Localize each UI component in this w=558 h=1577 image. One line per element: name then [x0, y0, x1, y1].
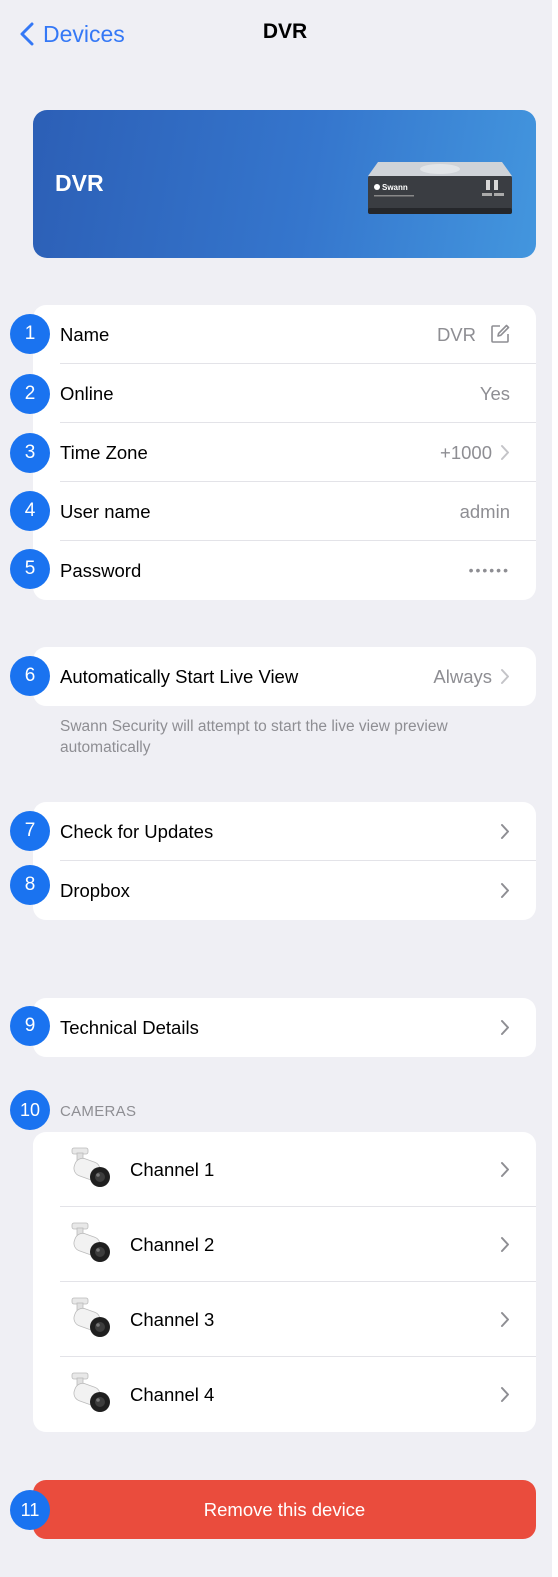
camera-row-channel-4[interactable]: Channel 4	[33, 1357, 536, 1432]
dvr-device-image: Swann	[368, 162, 512, 214]
device-settings-screen: Devices DVR DVR Swann 1 2 3 4 5 Name DVR…	[0, 0, 552, 1577]
auto-live-view-label: Automatically Start Live View	[60, 666, 299, 687]
time-zone-row[interactable]: Time Zone +1000	[33, 423, 536, 482]
camera-label: Channel 4	[130, 1384, 215, 1405]
remove-device-button[interactable]: Remove this device	[33, 1480, 536, 1539]
name-value: DVR	[436, 324, 476, 345]
chevron-right-icon	[501, 1237, 509, 1252]
technical-details-label: Technical Details	[60, 1017, 199, 1038]
password-label: Password	[60, 560, 142, 581]
camera-row-channel-2[interactable]: Channel 2	[33, 1207, 536, 1282]
chevron-right-icon	[501, 1387, 509, 1402]
chevron-right-icon	[501, 669, 509, 684]
navigation-bar: Devices DVR	[0, 0, 552, 70]
camera-label: Channel 3	[130, 1309, 215, 1330]
step-badge: 10	[10, 1090, 50, 1130]
chevron-right-icon	[501, 445, 509, 460]
technical-details-row[interactable]: Technical Details	[33, 998, 536, 1057]
chevron-right-icon	[501, 1312, 509, 1327]
chevron-right-icon	[501, 1020, 509, 1035]
camera-label: Channel 1	[130, 1159, 215, 1180]
step-badge: 11	[10, 1490, 50, 1530]
online-row: Online Yes	[33, 364, 536, 423]
step-badge: 6	[10, 656, 50, 696]
name-row[interactable]: Name DVR	[33, 305, 536, 364]
live-view-footnote: Swann Security will attempt to start the…	[60, 718, 448, 756]
online-label: Online	[60, 383, 114, 404]
chevron-right-icon	[501, 824, 509, 839]
bullet-camera-icon	[71, 1372, 110, 1412]
step-badge: 7	[10, 811, 50, 851]
dropbox-row[interactable]: Dropbox	[33, 861, 536, 920]
live-view-group: Automatically Start Live View Always	[33, 647, 536, 706]
bullet-camera-icon	[71, 1147, 110, 1187]
time-zone-label: Time Zone	[60, 442, 148, 463]
bullet-camera-icon	[71, 1297, 110, 1337]
technical-group: Technical Details	[33, 998, 536, 1057]
step-badge: 4	[10, 491, 50, 531]
chevron-right-icon	[501, 883, 509, 898]
auto-live-view-value: Always	[433, 666, 492, 687]
device-info-group: Name DVR Online Yes Time Zone +1000 User…	[33, 305, 536, 600]
step-badge: 8	[10, 865, 50, 905]
auto-live-view-row[interactable]: Automatically Start Live View Always	[33, 647, 536, 706]
camera-row-channel-1[interactable]: Channel 1	[33, 1132, 536, 1207]
step-badge: 5	[10, 549, 50, 589]
step-badge: 9	[10, 1006, 50, 1046]
edit-icon[interactable]	[490, 324, 510, 344]
name-label: Name	[60, 324, 110, 345]
chevron-right-icon	[501, 1162, 509, 1177]
maintenance-group: Check for Updates Dropbox	[33, 802, 536, 920]
bullet-camera-icon	[71, 1222, 110, 1262]
cameras-group: Channel 1 Channel 2 Channel 3 Channel 4	[33, 1132, 536, 1432]
user-name-row: User name admin	[33, 482, 536, 541]
check-updates-row[interactable]: Check for Updates	[33, 802, 536, 861]
device-hero-card: DVR Swann	[33, 110, 536, 258]
step-badge: 3	[10, 433, 50, 473]
hero-title: DVR	[55, 170, 104, 196]
cameras-section-header: CAMERAS	[60, 1103, 137, 1120]
camera-label: Channel 2	[130, 1234, 215, 1255]
password-row: Password ••••••	[33, 541, 536, 600]
dropbox-label: Dropbox	[60, 880, 130, 901]
time-zone-value: +1000	[440, 442, 492, 463]
hero-brand-text: Swann	[382, 183, 408, 192]
camera-row-channel-3[interactable]: Channel 3	[33, 1282, 536, 1357]
step-badge: 1	[10, 314, 50, 354]
page-title: DVR	[262, 20, 308, 43]
user-name-value: admin	[459, 501, 510, 522]
password-value: ••••••	[468, 562, 510, 578]
check-updates-label: Check for Updates	[60, 821, 214, 842]
step-badge: 2	[10, 374, 50, 414]
user-name-label: User name	[60, 501, 151, 522]
online-value: Yes	[479, 383, 510, 404]
